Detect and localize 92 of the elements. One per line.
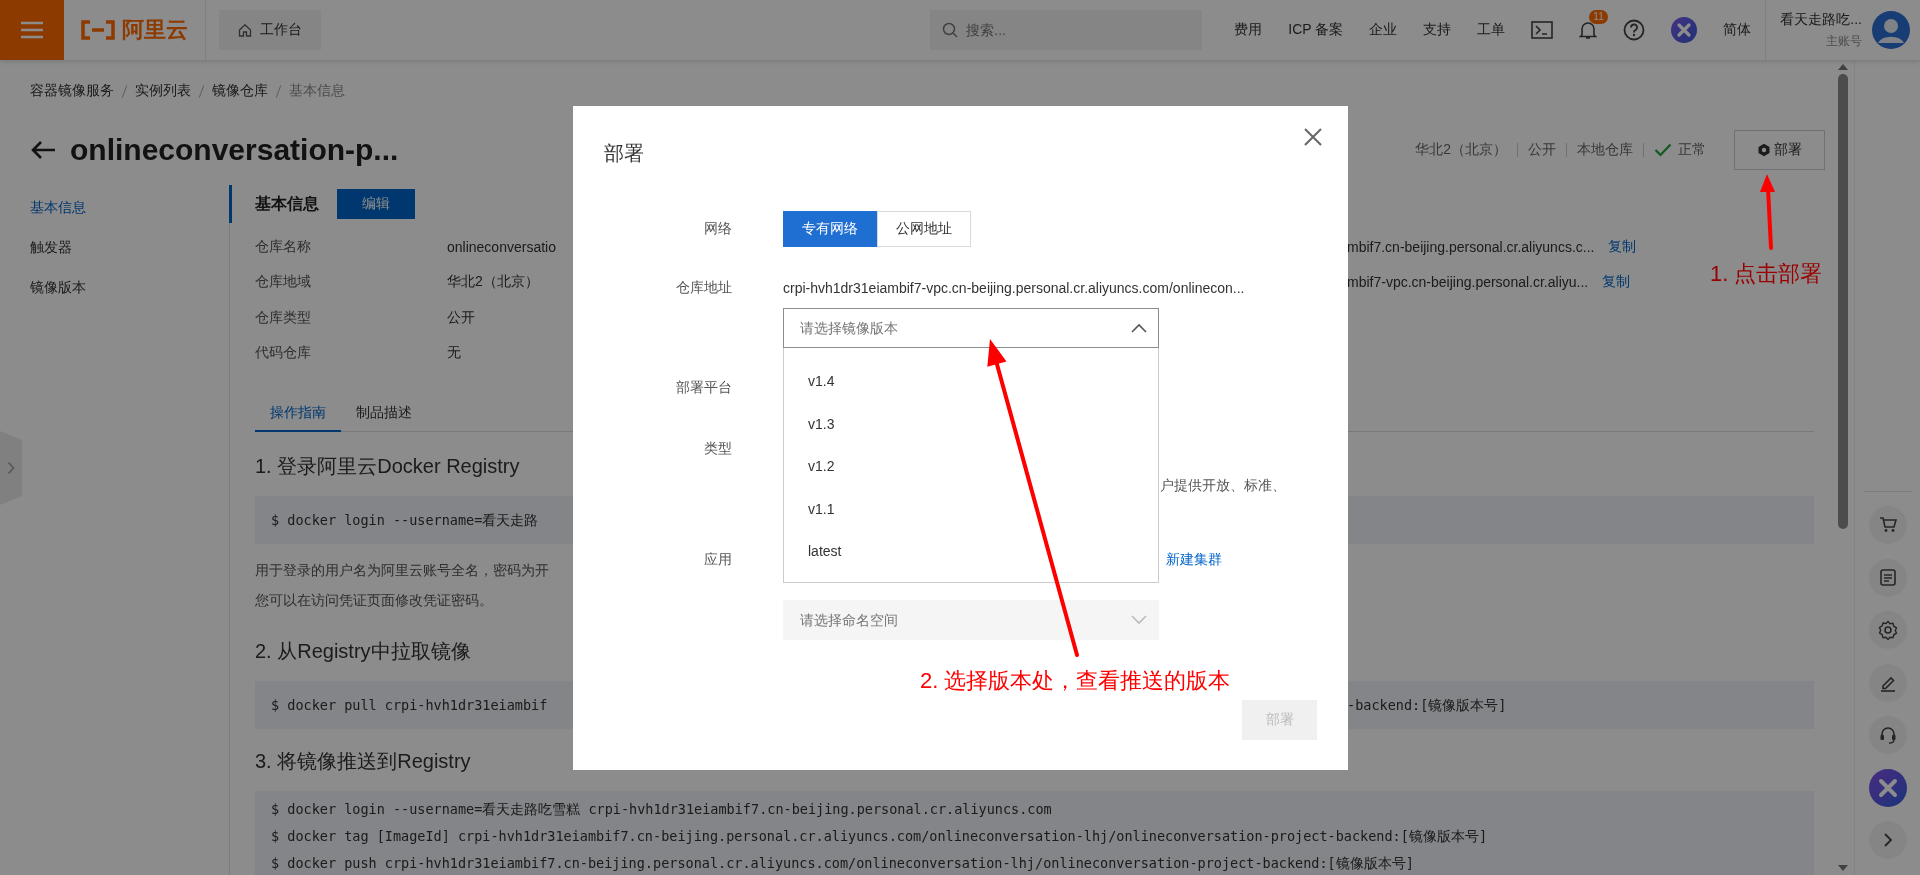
menu-button[interactable] <box>0 0 64 60</box>
app-logo-icon[interactable] <box>1671 17 1698 43</box>
document-icon[interactable] <box>1877 567 1898 588</box>
chevron-right-icon <box>7 461 15 475</box>
nav-link[interactable]: 企业 <box>1369 21 1398 39</box>
nav-link[interactable]: 费用 <box>1234 21 1263 39</box>
terminal-icon[interactable] <box>1531 21 1554 39</box>
field-value: 无 <box>447 344 462 363</box>
help-icon[interactable] <box>1623 19 1646 41</box>
breadcrumb-link[interactable]: 镜像仓库 <box>212 82 268 100</box>
notification-badge: 11 <box>1589 10 1608 24</box>
section-heading: 2. 从Registry中拉取镜像 <box>255 639 471 664</box>
field-label: 代码仓库 <box>255 344 312 363</box>
field-value: 公开 <box>447 308 476 327</box>
menu-icon <box>20 20 44 40</box>
dropdown-option[interactable]: v1.1 <box>784 487 1158 530</box>
field-label: 仓库名称 <box>255 237 312 256</box>
dropdown-option[interactable]: v1.2 <box>784 445 1158 488</box>
note-text: 您可以在访问凭证页面修改凭证密码。 <box>255 591 493 610</box>
version-select[interactable]: 请选择镜像版本 <box>783 308 1159 348</box>
dropdown-option[interactable]: latest <box>784 530 1158 573</box>
tab[interactable]: 操作指南 <box>255 395 341 432</box>
logo-icon <box>80 20 116 40</box>
nav-link[interactable]: 支持 <box>1423 21 1452 39</box>
section-heading: 1. 登录阿里云Docker Registry <box>255 454 520 479</box>
dropdown-option[interactable]: v1.4 <box>784 360 1158 403</box>
app-logo-icon[interactable] <box>1868 768 1907 807</box>
chevron-right-icon[interactable] <box>1882 832 1893 848</box>
repo-meta: 公开 <box>1527 141 1557 159</box>
language-link[interactable]: 简体 <box>1723 21 1752 39</box>
workbench-button[interactable]: 工作台 <box>219 10 321 50</box>
close-icon[interactable] <box>1304 128 1322 146</box>
segment-option[interactable]: 专有网络 <box>783 211 877 247</box>
sidebar-item[interactable]: 基本信息 <box>0 188 229 228</box>
code-line: $ docker tag [ImageId] crpi-hvh1dr31eiambif7.cn-beijing.personal.cr.aliyuncs.com/onlineconversation-lhj/onlineconversation-project-backend:[镜像版本号] <box>271 827 1488 846</box>
deploy-button[interactable]: 部署 <box>1734 130 1825 170</box>
field-label: 仓库类型 <box>255 308 312 327</box>
address-text: mbif7.cn-beijing.personal.cr.aliyuncs.c... <box>1347 238 1595 255</box>
user-name[interactable]: 看天走路吃... <box>1780 10 1862 29</box>
scroll-up-icon[interactable] <box>1838 64 1848 70</box>
back-arrow-icon[interactable] <box>30 140 56 160</box>
tab[interactable]: 制品描述 <box>341 395 427 432</box>
cart-icon[interactable] <box>1877 515 1898 535</box>
repo-meta: 本地仓库 <box>1576 141 1634 159</box>
nav-link[interactable]: 工单 <box>1477 21 1506 39</box>
breadcrumb-link[interactable]: 实例列表 <box>135 82 191 100</box>
field-label: 部署平台 <box>675 379 732 397</box>
note-text: 用于登录的用户名为阿里云账号全名，密码为开 <box>255 561 549 580</box>
code-line: $ docker login --username=看天走路 <box>271 510 540 530</box>
field-label: 网络 <box>703 220 732 238</box>
scroll-down-icon[interactable] <box>1838 865 1848 871</box>
status-text: 正常 <box>1678 141 1706 159</box>
copy-link[interactable]: 复制 <box>1608 237 1637 256</box>
search-icon <box>942 22 959 38</box>
code-line: $ docker push crpi-hvh1dr31eiambif7.cn-beijing.personal.cr.aliyuncs.com/onlineconversation-lhj/onlineconversation-project-backend:[镜像版本号] <box>271 854 1415 873</box>
home-icon <box>238 23 252 37</box>
address-text: crpi-hvh1dr31eiambif7-vpc.cn-beijing.personal.cr.aliyuncs.com/onlinecon... <box>783 280 1246 296</box>
section-heading: 3. 将镜像推送到Registry <box>255 749 471 774</box>
field-value: 华北2（北京） <box>447 273 540 292</box>
dropdown-option[interactable]: v1.3 <box>784 402 1158 445</box>
field-value: onlineconversatio <box>447 238 557 255</box>
settings-icon[interactable] <box>1877 620 1898 640</box>
copy-link[interactable]: 复制 <box>1602 273 1631 292</box>
annotation-text: 1. 点击部署 <box>1710 260 1823 288</box>
edit-button[interactable]: 编辑 <box>337 189 415 219</box>
chevron-down-icon <box>1131 615 1147 625</box>
code-line: $ docker login --username=看天走路吃雪糕 crpi-hvh1dr31eiambif7.cn-beijing.personal.cr.aliyuncs.com <box>271 800 1053 819</box>
repo-meta: 华北2（北京） <box>1414 141 1508 159</box>
code-line: -backend:[镜像版本号] <box>1347 695 1508 715</box>
check-icon <box>1654 143 1672 157</box>
logo-text: 阿里云 <box>122 16 188 44</box>
sidebar-item[interactable]: 镜像版本 <box>0 268 229 308</box>
chevron-up-icon <box>1131 323 1147 333</box>
hexagon-icon <box>1757 143 1771 157</box>
nav-link[interactable]: ICP 备案 <box>1288 21 1344 39</box>
field-label: 类型 <box>703 440 732 458</box>
section-title: 基本信息 <box>255 193 319 214</box>
annotation-text: 2. 选择版本处，查看推送的版本 <box>920 667 1231 695</box>
dialog-title: 部署 <box>604 141 645 166</box>
field-label: 仓库地址 <box>675 279 732 297</box>
page-title: onlineconversation-p... <box>70 133 399 167</box>
address-text: mbif7-vpc.cn-beijing.personal.cr.aliyu... <box>1347 274 1589 291</box>
description-text: 户提供开放、标准、 <box>1159 477 1287 495</box>
field-label: 应用 <box>703 551 732 569</box>
search-field[interactable]: 搜索... <box>930 10 1203 50</box>
avatar-icon[interactable] <box>1872 11 1910 49</box>
breadcrumb-link[interactable]: 容器镜像服务 <box>30 82 114 100</box>
field-label: 仓库地域 <box>255 273 312 292</box>
code-line: $ docker pull crpi-hvh1dr31eiambif <box>271 695 549 715</box>
bell-icon[interactable] <box>1579 20 1598 40</box>
sidebar-item[interactable]: 触发器 <box>0 228 229 268</box>
segment-option[interactable]: 公网地址 <box>877 211 971 247</box>
